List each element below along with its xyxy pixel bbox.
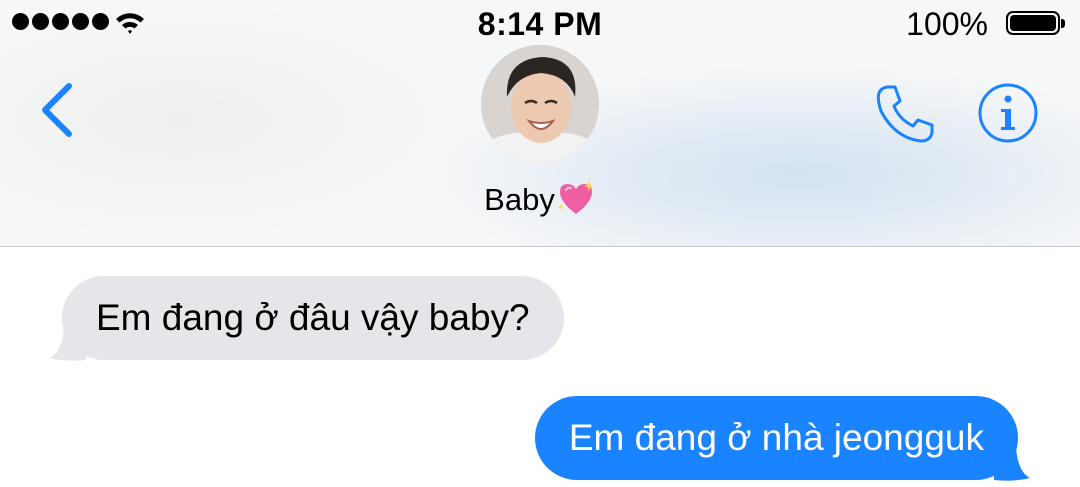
message-bubble-outgoing[interactable]: Em đang ở nhà jeongguk — [534, 396, 1018, 480]
phone-icon[interactable] — [873, 83, 937, 145]
conversation-header: 8:14 PM 100% Baby — [0, 0, 1080, 247]
contact-name-label: Baby — [484, 182, 555, 217]
message-bubble-incoming[interactable]: Em đang ở đâu vậy baby? — [62, 276, 564, 360]
chevron-left-icon[interactable] — [38, 82, 74, 138]
battery-percent: 100% — [906, 6, 988, 42]
contact-avatar[interactable] — [481, 45, 599, 163]
sparkling-heart-emoji-icon — [557, 181, 594, 214]
battery-icon — [1006, 11, 1065, 35]
info-icon[interactable] — [977, 82, 1039, 144]
contact-name[interactable]: Baby — [0, 180, 1080, 218]
